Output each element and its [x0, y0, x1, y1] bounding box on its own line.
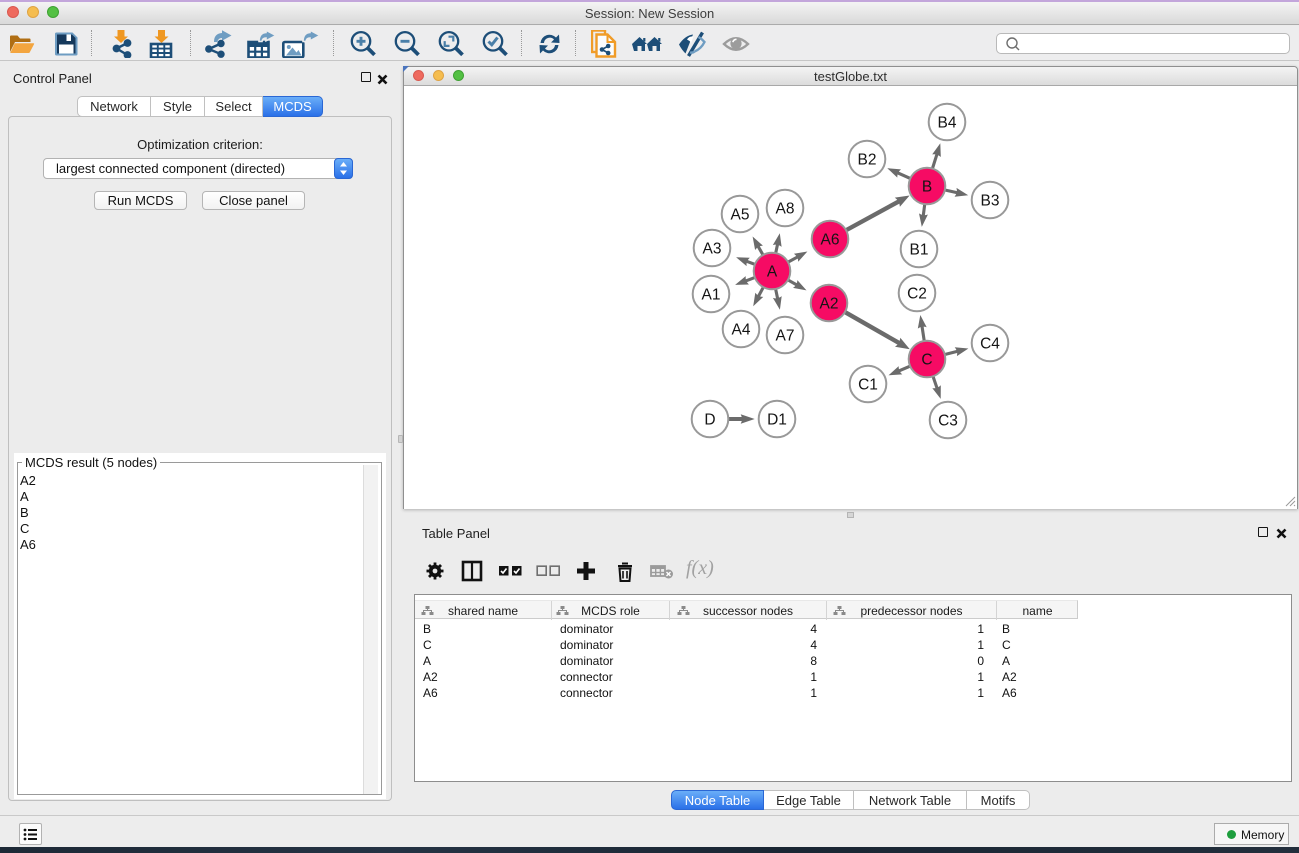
svg-text:C: C — [921, 352, 932, 369]
svg-text:A2: A2 — [820, 296, 839, 313]
svg-text:B3: B3 — [981, 193, 1000, 210]
svg-text:C2: C2 — [907, 286, 927, 303]
svg-text:B: B — [922, 179, 932, 196]
svg-text:A3: A3 — [703, 241, 722, 258]
svg-text:C4: C4 — [980, 336, 1000, 353]
svg-text:A4: A4 — [732, 322, 751, 339]
svg-text:C1: C1 — [858, 377, 878, 394]
svg-text:A1: A1 — [702, 287, 721, 304]
svg-text:A5: A5 — [731, 207, 750, 224]
svg-text:D: D — [704, 412, 715, 429]
svg-text:C3: C3 — [938, 413, 958, 430]
svg-text:A: A — [767, 264, 778, 281]
svg-text:B1: B1 — [910, 242, 929, 259]
svg-text:A6: A6 — [821, 232, 840, 249]
svg-text:B4: B4 — [938, 115, 957, 132]
svg-text:A8: A8 — [776, 201, 795, 218]
svg-text:B2: B2 — [858, 152, 877, 169]
svg-text:D1: D1 — [767, 412, 787, 429]
svg-text:A7: A7 — [776, 328, 795, 345]
